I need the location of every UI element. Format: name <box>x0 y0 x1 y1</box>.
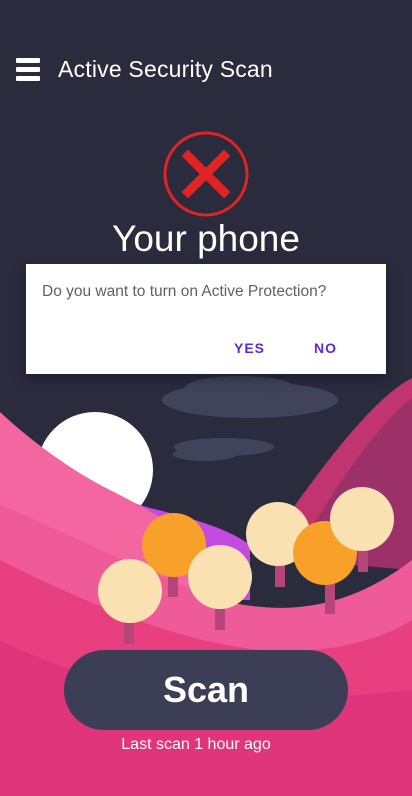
status-heading: Your phone <box>112 218 300 259</box>
app-bar: Active Security Scan <box>0 0 412 140</box>
dialog-message: Do you want to turn on Active Protection… <box>42 283 327 300</box>
last-scan-text: Last scan 1 hour ago <box>121 736 271 753</box>
cloud-shapes <box>162 376 338 461</box>
app-title: Active Security Scan <box>58 56 273 82</box>
scan-button-label: Scan <box>162 669 250 710</box>
no-button[interactable]: NO <box>314 340 337 356</box>
protection-dialog: Do you want to turn on Active Protection… <box>26 264 386 374</box>
error-x-icon <box>163 131 249 217</box>
yes-button[interactable]: YES <box>234 340 265 356</box>
hamburger-menu-icon[interactable] <box>16 58 40 82</box>
scan-button[interactable]: Scan <box>64 650 348 730</box>
